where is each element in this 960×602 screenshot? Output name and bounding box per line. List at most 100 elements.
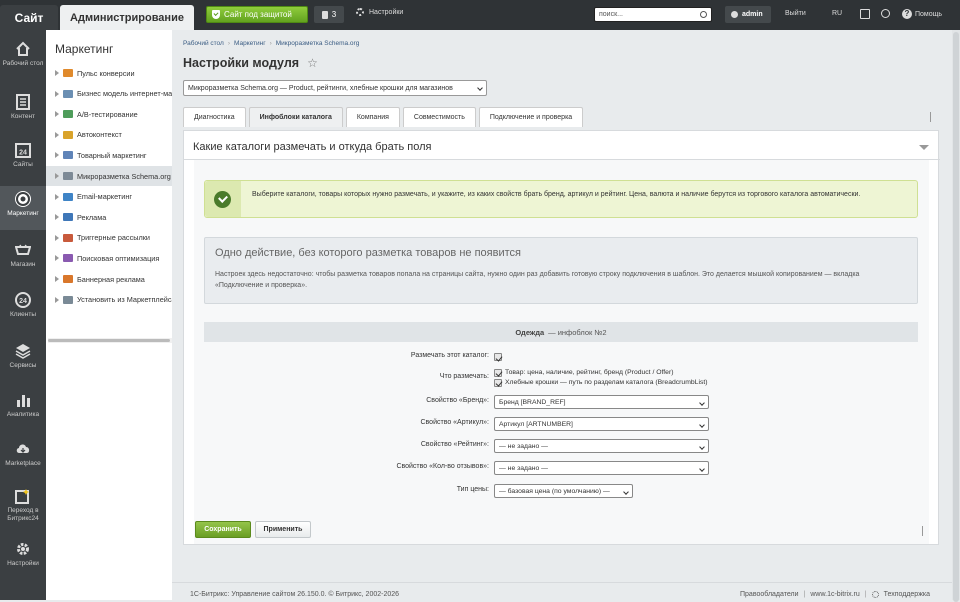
tab-admin[interactable]: Администрирование <box>60 5 194 30</box>
top-bar: Сайт Администрирование Сайт под защитой … <box>0 0 960 30</box>
language-switch[interactable]: RU <box>832 10 842 17</box>
chevron-right-icon[interactable] <box>55 90 59 97</box>
panel-icon[interactable] <box>860 9 870 19</box>
breadcrumb-item[interactable]: Маркетинг <box>234 40 266 47</box>
pin-icon[interactable] <box>922 526 928 536</box>
pin-icon[interactable] <box>930 112 936 122</box>
brand-select[interactable]: Бренд [BRAND_REF] <box>494 395 709 409</box>
nav-analytics-label: Аналитика <box>6 411 40 418</box>
tab-site[interactable]: Сайт <box>0 5 58 30</box>
tab-diagnostics[interactable]: Диагностика <box>183 107 246 127</box>
menu-item[interactable]: Автоконтекст <box>46 125 172 145</box>
mark-checkbox[interactable] <box>494 353 502 361</box>
nav-desktop-label: Рабочий стол <box>2 60 44 67</box>
footer-owners-link[interactable]: Правообладатели <box>740 591 799 598</box>
breadcrumb-item[interactable]: Микроразметка Schema.org <box>276 40 360 47</box>
gear-icon <box>356 8 364 16</box>
menu-item[interactable]: Пульс конверсии <box>46 63 172 83</box>
module-select[interactable]: Микроразметка Schema.org — Product, рейт… <box>183 80 487 96</box>
apply-button[interactable]: Применить <box>255 521 311 538</box>
tab-catalog-iblocks[interactable]: Инфоблоки каталога <box>248 107 343 127</box>
form-row-article: Свойство «Артикул»: Артикул [ARTNUMBER] <box>204 416 918 432</box>
menu-item[interactable]: Микроразметка Schema.org <box>46 166 172 186</box>
menu-item-icon <box>63 172 73 180</box>
chevron-right-icon[interactable] <box>55 193 59 200</box>
top-settings-link[interactable]: Настройки <box>356 8 403 16</box>
chevron-down-icon <box>699 444 705 450</box>
star-icon[interactable]: ☆ <box>307 56 318 70</box>
pin-icon[interactable] <box>881 9 890 18</box>
nav-analytics[interactable]: Аналитика <box>0 392 46 419</box>
breadcrumbs-checkbox[interactable] <box>494 378 502 387</box>
nav-bitrix24[interactable]: Переход в Битрикс24 <box>0 488 46 523</box>
bar-chart-icon <box>15 392 31 408</box>
chevron-right-icon[interactable] <box>55 276 59 282</box>
help-link[interactable]: ? Помощь <box>902 9 942 19</box>
main-area: Рабочий стол › Маркетинг › Микроразметка S… <box>172 30 960 600</box>
menu-item[interactable]: Баннерная реклама <box>46 269 172 289</box>
nav-desktop[interactable]: Рабочий стол <box>0 41 46 68</box>
svg-text:24: 24 <box>19 298 27 305</box>
footer-site-link[interactable]: www.1c-bitrix.ru <box>810 591 859 598</box>
what-option-breadcrumbs[interactable]: Хлебные крошки — путь по разделам катало… <box>494 378 708 387</box>
menu-item[interactable]: Реклама <box>46 207 172 227</box>
menu-item[interactable]: Товарный маркетинг <box>46 145 172 165</box>
rating-select[interactable]: — не задано — <box>494 439 709 453</box>
product-checkbox[interactable] <box>494 368 502 377</box>
chevron-right-icon[interactable] <box>55 296 59 303</box>
chevron-right-icon[interactable] <box>55 152 59 159</box>
shield-icon <box>212 10 220 19</box>
nav-marketplace[interactable]: Marketplace <box>0 441 46 468</box>
what-option-product[interactable]: Товар: цена, наличие, рейтинг, бренд (Pr… <box>494 368 673 377</box>
menu-scroll-thumb[interactable] <box>48 339 170 342</box>
chevron-right-icon[interactable] <box>55 131 59 138</box>
reviews-select[interactable]: — не задано — <box>494 461 709 475</box>
tab-compatibility[interactable]: Совместимость <box>402 107 476 127</box>
menu-item-label: Микроразметка Schema.org <box>77 171 171 181</box>
chevron-right-icon[interactable] <box>55 234 59 241</box>
settings-panel: Какие каталоги размечать и откуда брать … <box>183 130 940 545</box>
mark-label: Размечать этот каталог: <box>410 352 489 359</box>
notifications-button[interactable]: 3 <box>314 6 344 23</box>
chevron-right-icon[interactable] <box>55 255 59 262</box>
menu-item[interactable]: Email-маркетинг <box>46 187 172 207</box>
tab-connection[interactable]: Подключение и проверка <box>478 107 584 127</box>
menu-item[interactable]: Бизнес модель интернет-магазина <box>46 84 172 104</box>
nav-services[interactable]: Сервисы <box>0 343 46 370</box>
help-icon: ? <box>902 9 912 19</box>
nav-settings[interactable]: Настройки <box>0 541 46 568</box>
menu-item[interactable]: A/B-тестирование <box>46 104 172 124</box>
user-menu[interactable]: admin <box>725 6 771 23</box>
chevron-down-icon <box>699 466 705 472</box>
page-scroll-thumb[interactable] <box>953 32 959 602</box>
chevron-down-icon <box>699 422 705 428</box>
nav-shop[interactable]: Магазин <box>0 242 46 269</box>
breadcrumb-item[interactable]: Рабочий стол <box>183 40 224 47</box>
nav-marketing[interactable]: Маркетинг <box>0 186 46 230</box>
chevron-right-icon[interactable] <box>55 214 59 221</box>
chevron-right-icon[interactable] <box>55 111 59 118</box>
nav-content[interactable]: Контент <box>0 94 46 121</box>
search-input[interactable]: поиск... <box>594 7 712 22</box>
menu-item[interactable]: Поисковая оптимизация <box>46 248 172 268</box>
collapse-icon[interactable] <box>919 145 929 150</box>
tab-company[interactable]: Компания <box>345 107 400 127</box>
footer-support-link[interactable]: Техподдержка <box>884 591 930 598</box>
success-note-text: Выберите каталоги, товары которых нужно … <box>252 191 861 198</box>
protection-label: Сайт под защитой <box>224 10 292 19</box>
price-select[interactable]: — базовая цена (по умолчанию) — <box>494 484 633 498</box>
site-protection-button[interactable]: Сайт под защитой <box>206 6 308 23</box>
nav-clients[interactable]: 24 Клиенты <box>0 292 46 319</box>
chevron-right-icon[interactable] <box>55 70 59 76</box>
catalog-suffix: — инфоблок №2 <box>548 327 607 337</box>
save-button[interactable]: Сохранить <box>195 521 251 538</box>
menu-item[interactable]: Триггерные рассылки <box>46 228 172 248</box>
chevron-right-icon[interactable] <box>55 173 59 179</box>
logout-link[interactable]: Выйти <box>785 10 806 17</box>
menu-scrollbar[interactable] <box>48 338 172 343</box>
article-select[interactable]: Артикул [ARTNUMBER] <box>494 417 709 431</box>
nav-sites[interactable]: 24 Сайты <box>0 142 46 169</box>
page-scrollbar[interactable] <box>952 30 960 602</box>
search-icon[interactable] <box>700 11 707 18</box>
menu-item[interactable]: Установить из Маркетплейса <box>46 290 172 310</box>
